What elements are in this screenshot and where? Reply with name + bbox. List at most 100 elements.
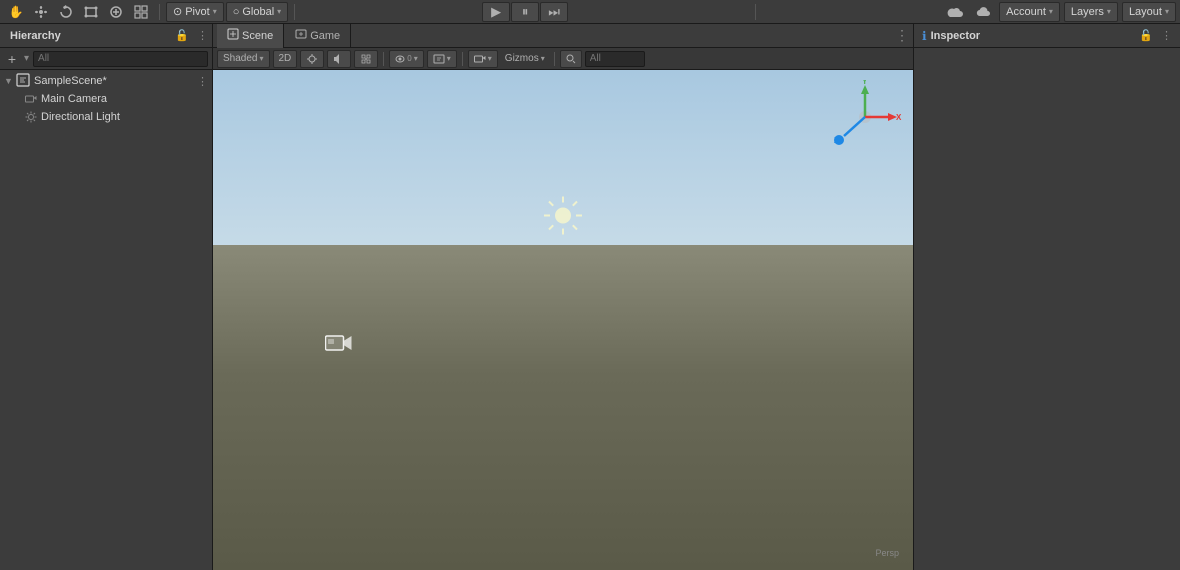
hierarchy-panel: Hierarchy 🔓 ⋮ + ▾ ▼ SampleScene* ⋮: [0, 24, 213, 570]
scene-tab-icon: [227, 28, 239, 43]
scene-tab-label: Scene: [242, 30, 273, 42]
2d-toggle[interactable]: 2D: [273, 50, 298, 68]
camera-item-icon: [24, 92, 38, 106]
inspector-lock-icon[interactable]: 🔓: [1139, 29, 1153, 42]
main-camera-label: Main Camera: [41, 93, 107, 105]
layout-arrow-icon: ▾: [1165, 7, 1169, 16]
shaded-arrow-icon: ▾: [259, 54, 263, 63]
hierarchy-item-directional-light[interactable]: Directional Light: [0, 108, 212, 126]
tab-game[interactable]: Game: [285, 24, 351, 48]
collab-icon-button[interactable]: [943, 2, 967, 22]
audio-icon: [333, 53, 345, 65]
hierarchy-dropdown-arrow[interactable]: ▾: [24, 53, 29, 64]
cloud-build-icon-button[interactable]: [971, 2, 995, 22]
pivot-label: Pivot: [185, 6, 209, 18]
account-dropdown[interactable]: Account ▾: [999, 2, 1060, 22]
main-content: Hierarchy 🔓 ⋮ + ▾ ▼ SampleScene* ⋮: [0, 24, 1180, 570]
hierarchy-lock-icon[interactable]: 🔓: [175, 29, 189, 42]
pivot-arrow-icon: ▾: [213, 7, 217, 16]
hand-tool-button[interactable]: ✋: [4, 2, 28, 22]
layers-arrow-icon: ▾: [1107, 7, 1111, 16]
global-icon: ○: [233, 6, 240, 18]
toolbar-separator-2: [294, 4, 295, 20]
overlay-icon: [433, 54, 445, 64]
inspector-content: [914, 48, 1180, 570]
inspector-panel: ℹ Inspector 🔓 ⋮: [913, 24, 1180, 570]
hierarchy-more-icon[interactable]: ⋮: [197, 29, 208, 42]
lighting-toggle[interactable]: [300, 50, 324, 68]
search-scene-icon: [566, 54, 576, 64]
game-tab-label: Game: [310, 30, 340, 42]
layers-label: Layers: [1071, 6, 1104, 18]
scene-panel-more-icon[interactable]: ⋮: [895, 27, 909, 44]
tab-scene[interactable]: Scene: [217, 24, 284, 48]
shaded-label: Shaded: [223, 53, 257, 64]
pause-button[interactable]: ⏸: [511, 2, 539, 22]
audio-toggle[interactable]: [327, 50, 351, 68]
camera-object-scene: [325, 332, 353, 360]
toolbar-separator-3: [755, 4, 756, 20]
transform-tool-button[interactable]: [104, 2, 128, 22]
top-toolbar: ✋: [0, 0, 1180, 24]
scene-toolbar-sep1: [383, 52, 384, 66]
gizmos-label: Gizmos: [505, 53, 539, 64]
move-tool-button[interactable]: [29, 2, 53, 22]
scene-search-zoom[interactable]: [560, 50, 582, 68]
layers-dropdown[interactable]: Layers ▾: [1064, 2, 1118, 22]
overlay-dropdown[interactable]: ▾: [427, 50, 457, 68]
fx-toggle[interactable]: [354, 50, 378, 68]
scene-toolbar-sep2: [462, 52, 463, 66]
right-toolbar: Account ▾ Layers ▾ Layout ▾: [943, 2, 1176, 22]
scene-name: SampleScene*: [34, 75, 107, 87]
play-controls: ▶ ⏸ ⏭: [482, 2, 568, 22]
rotate-tool-button[interactable]: [54, 2, 78, 22]
visibility-arrow-icon: ▾: [414, 54, 418, 63]
hierarchy-add-button[interactable]: +: [4, 51, 20, 67]
global-arrow-icon: ▾: [277, 7, 281, 16]
gizmos-button[interactable]: Gizmos ▾: [501, 50, 549, 68]
game-tab-icon: [295, 28, 307, 43]
svg-text:Y: Y: [862, 80, 868, 86]
2d-label: 2D: [279, 53, 292, 64]
step-button[interactable]: ⏭: [540, 2, 568, 22]
inspector-info-icon: ℹ: [922, 29, 927, 43]
account-arrow-icon: ▾: [1049, 7, 1053, 16]
gizmos-arrow-icon: ▾: [541, 54, 545, 63]
scene-toolbar-sep3: [554, 52, 555, 66]
shaded-dropdown[interactable]: Shaded ▾: [217, 50, 270, 68]
svg-text:Z: Z: [834, 136, 839, 145]
hierarchy-header: Hierarchy 🔓 ⋮: [0, 24, 212, 48]
scene-visibility-dropdown[interactable]: 0 ▾: [389, 50, 423, 68]
global-dropdown[interactable]: ○ Global ▾: [226, 2, 288, 22]
inspector-header: ℹ Inspector 🔓 ⋮: [914, 24, 1180, 48]
layout-dropdown[interactable]: Layout ▾: [1122, 2, 1176, 22]
scene-more-icon[interactable]: ⋮: [197, 75, 208, 88]
fx-icon: [360, 53, 372, 65]
lighting-icon: [306, 53, 318, 65]
account-label: Account: [1006, 6, 1046, 18]
scene-gizmo-widget[interactable]: Y X Z: [828, 80, 903, 155]
scene-toolbar: Shaded ▾ 2D: [213, 48, 913, 70]
inspector-more-icon[interactable]: ⋮: [1161, 29, 1172, 42]
hierarchy-toolbar: + ▾: [0, 48, 212, 70]
rect-tool-button[interactable]: [79, 2, 103, 22]
toolbar-separator-1: [159, 4, 160, 20]
hierarchy-title: Hierarchy: [4, 28, 67, 44]
hierarchy-item-main-camera[interactable]: Main Camera: [0, 90, 212, 108]
scene-collapse-arrow: ▼: [4, 76, 14, 86]
scene-ground: [213, 245, 913, 570]
play-button[interactable]: ▶: [482, 2, 510, 22]
scene-icon: [16, 73, 30, 90]
layout-label: Layout: [1129, 6, 1162, 18]
tool-group-left: ✋: [4, 2, 153, 22]
hierarchy-scene-item[interactable]: ▼ SampleScene* ⋮: [0, 72, 212, 90]
hierarchy-search-input[interactable]: [33, 51, 208, 67]
custom-tool-button[interactable]: [129, 2, 153, 22]
scene-search-input[interactable]: [585, 51, 645, 67]
scene-camera-icon: [474, 54, 486, 64]
scene-camera-dropdown[interactable]: ▾: [468, 50, 498, 68]
inspector-title: Inspector: [931, 30, 981, 42]
svg-text:X: X: [896, 113, 902, 122]
pivot-dropdown[interactable]: ⊙ Pivot ▾: [166, 2, 224, 22]
scene-viewport[interactable]: Y X Z Persp: [213, 70, 913, 570]
